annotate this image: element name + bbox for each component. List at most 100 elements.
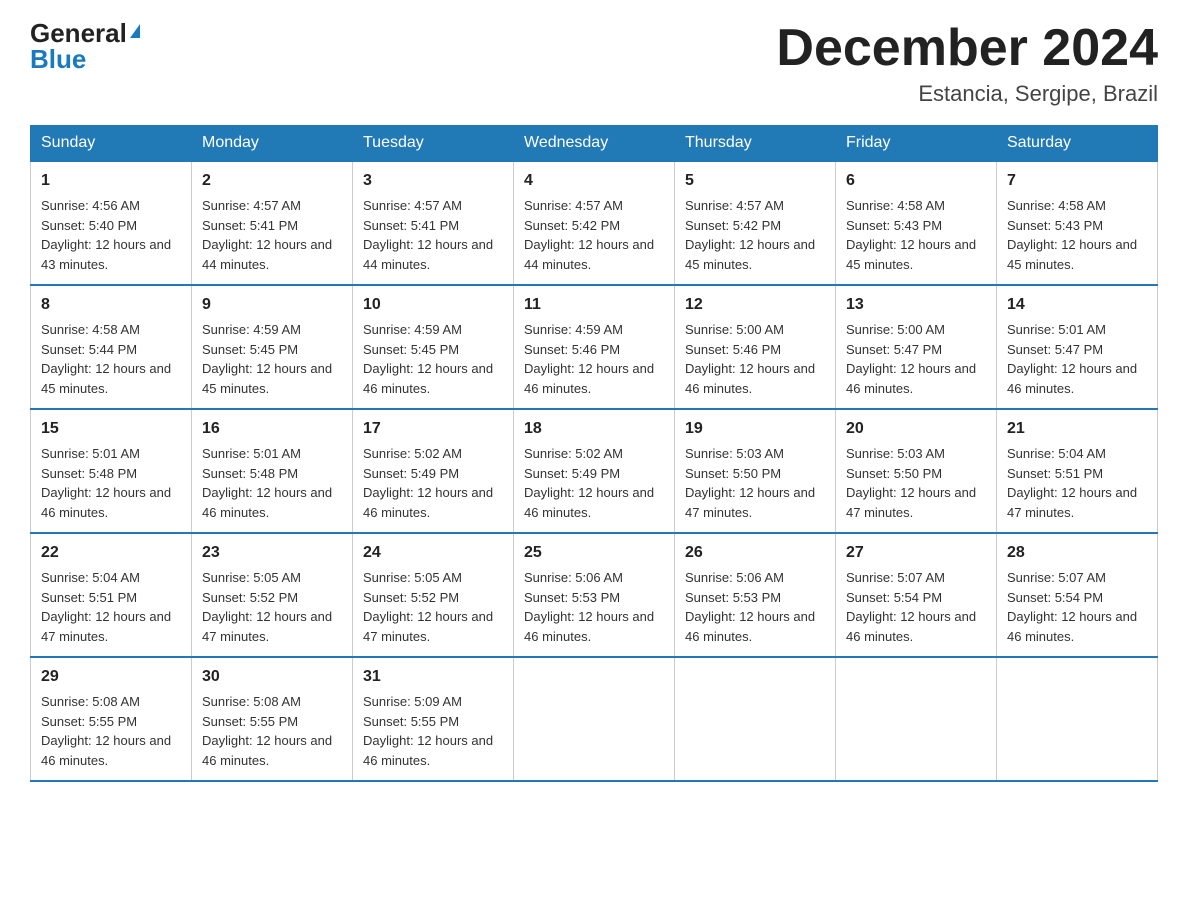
month-year-title: December 2024 bbox=[776, 20, 1158, 77]
day-daylight: Daylight: 12 hours and 45 minutes. bbox=[41, 361, 171, 396]
day-cell-1: 1 Sunrise: 4:56 AM Sunset: 5:40 PM Daylight… bbox=[31, 161, 192, 285]
day-daylight: Daylight: 12 hours and 47 minutes. bbox=[202, 609, 332, 644]
weekday-header-monday: Monday bbox=[192, 126, 353, 162]
day-cell-12: 12Sunrise: 5:00 AMSunset: 5:46 PMDayligh… bbox=[675, 285, 836, 409]
day-sunset: Sunset: 5:40 PM bbox=[41, 218, 137, 233]
day-sunrise: Sunrise: 5:01 AM bbox=[202, 446, 301, 461]
day-daylight: Daylight: 12 hours and 44 minutes. bbox=[524, 237, 654, 272]
day-sunrise: Sunrise: 5:03 AM bbox=[685, 446, 784, 461]
day-number: 9 bbox=[202, 293, 342, 317]
day-cell-2: 2Sunrise: 4:57 AMSunset: 5:41 PMDaylight… bbox=[192, 161, 353, 285]
day-daylight: Daylight: 12 hours and 46 minutes. bbox=[363, 361, 493, 396]
empty-cell-w5-d4 bbox=[675, 657, 836, 781]
day-daylight: Daylight: 12 hours and 44 minutes. bbox=[363, 237, 493, 272]
day-daylight: Daylight: 12 hours and 46 minutes. bbox=[846, 609, 976, 644]
day-cell-28: 28Sunrise: 5:07 AMSunset: 5:54 PMDayligh… bbox=[997, 533, 1158, 657]
day-number: 1 bbox=[41, 169, 181, 193]
day-sunrise: Sunrise: 5:01 AM bbox=[41, 446, 140, 461]
day-number: 26 bbox=[685, 541, 825, 565]
day-sunset: Sunset: 5:41 PM bbox=[202, 218, 298, 233]
day-number: 7 bbox=[1007, 169, 1147, 193]
day-number: 12 bbox=[685, 293, 825, 317]
day-sunrise: Sunrise: 4:58 AM bbox=[1007, 198, 1106, 213]
day-sunset: Sunset: 5:45 PM bbox=[202, 342, 298, 357]
logo-general-text: General bbox=[30, 20, 127, 46]
day-number: 17 bbox=[363, 417, 503, 441]
day-number: 23 bbox=[202, 541, 342, 565]
day-daylight: Daylight: 12 hours and 45 minutes. bbox=[1007, 237, 1137, 272]
day-number: 28 bbox=[1007, 541, 1147, 565]
week-row-5: 29Sunrise: 5:08 AMSunset: 5:55 PMDayligh… bbox=[31, 657, 1158, 781]
day-sunset: Sunset: 5:42 PM bbox=[524, 218, 620, 233]
day-sunset: Sunset: 5:47 PM bbox=[1007, 342, 1103, 357]
day-sunrise: Sunrise: 5:02 AM bbox=[524, 446, 623, 461]
day-sunset: Sunset: 5:53 PM bbox=[524, 590, 620, 605]
day-sunrise: Sunrise: 5:04 AM bbox=[1007, 446, 1106, 461]
day-sunset: Sunset: 5:47 PM bbox=[846, 342, 942, 357]
empty-cell-w5-d6 bbox=[997, 657, 1158, 781]
day-sunrise: Sunrise: 5:06 AM bbox=[685, 570, 784, 585]
day-number: 31 bbox=[363, 665, 503, 689]
week-row-4: 22Sunrise: 5:04 AMSunset: 5:51 PMDayligh… bbox=[31, 533, 1158, 657]
day-sunset: Sunset: 5:42 PM bbox=[685, 218, 781, 233]
day-sunrise: Sunrise: 5:00 AM bbox=[685, 322, 784, 337]
day-cell-13: 13Sunrise: 5:00 AMSunset: 5:47 PMDayligh… bbox=[836, 285, 997, 409]
day-daylight: Daylight: 12 hours and 46 minutes. bbox=[41, 485, 171, 520]
logo-triangle-icon bbox=[130, 24, 140, 38]
day-sunrise: Sunrise: 4:59 AM bbox=[202, 322, 301, 337]
day-number: 29 bbox=[41, 665, 181, 689]
day-daylight: Daylight: 12 hours and 47 minutes. bbox=[363, 609, 493, 644]
day-number: 30 bbox=[202, 665, 342, 689]
day-cell-31: 31Sunrise: 5:09 AMSunset: 5:55 PMDayligh… bbox=[353, 657, 514, 781]
day-number: 19 bbox=[685, 417, 825, 441]
day-daylight: Daylight: 12 hours and 46 minutes. bbox=[363, 733, 493, 768]
day-daylight: Daylight: 12 hours and 43 minutes. bbox=[41, 237, 171, 272]
day-sunrise: Sunrise: 4:57 AM bbox=[524, 198, 623, 213]
day-cell-23: 23Sunrise: 5:05 AMSunset: 5:52 PMDayligh… bbox=[192, 533, 353, 657]
day-number: 5 bbox=[685, 169, 825, 193]
day-sunrise: Sunrise: 5:04 AM bbox=[41, 570, 140, 585]
day-number: 8 bbox=[41, 293, 181, 317]
week-row-2: 8Sunrise: 4:58 AMSunset: 5:44 PMDaylight… bbox=[31, 285, 1158, 409]
empty-cell-w5-d3 bbox=[514, 657, 675, 781]
weekday-header-thursday: Thursday bbox=[675, 126, 836, 162]
day-sunset: Sunset: 5:51 PM bbox=[41, 590, 137, 605]
day-sunrise: Sunrise: 4:59 AM bbox=[524, 322, 623, 337]
day-cell-8: 8Sunrise: 4:58 AMSunset: 5:44 PMDaylight… bbox=[31, 285, 192, 409]
day-sunset: Sunset: 5:43 PM bbox=[846, 218, 942, 233]
day-sunrise: Sunrise: 4:57 AM bbox=[363, 198, 462, 213]
day-sunrise: Sunrise: 5:02 AM bbox=[363, 446, 462, 461]
day-number: 2 bbox=[202, 169, 342, 193]
empty-cell-w5-d5 bbox=[836, 657, 997, 781]
weekday-header-wednesday: Wednesday bbox=[514, 126, 675, 162]
day-cell-16: 16Sunrise: 5:01 AMSunset: 5:48 PMDayligh… bbox=[192, 409, 353, 533]
day-sunset: Sunset: 5:53 PM bbox=[685, 590, 781, 605]
day-sunset: Sunset: 5:41 PM bbox=[363, 218, 459, 233]
day-daylight: Daylight: 12 hours and 46 minutes. bbox=[685, 361, 815, 396]
day-cell-30: 30Sunrise: 5:08 AMSunset: 5:55 PMDayligh… bbox=[192, 657, 353, 781]
day-cell-22: 22Sunrise: 5:04 AMSunset: 5:51 PMDayligh… bbox=[31, 533, 192, 657]
day-number: 18 bbox=[524, 417, 664, 441]
day-daylight: Daylight: 12 hours and 44 minutes. bbox=[202, 237, 332, 272]
day-cell-20: 20Sunrise: 5:03 AMSunset: 5:50 PMDayligh… bbox=[836, 409, 997, 533]
day-cell-24: 24Sunrise: 5:05 AMSunset: 5:52 PMDayligh… bbox=[353, 533, 514, 657]
day-sunset: Sunset: 5:46 PM bbox=[524, 342, 620, 357]
day-number: 11 bbox=[524, 293, 664, 317]
day-number: 6 bbox=[846, 169, 986, 193]
day-cell-11: 11 Sunrise: 4:59 AM Sunset: 5:46 PM Dayligh… bbox=[514, 285, 675, 409]
day-sunrise: Sunrise: 4:57 AM bbox=[685, 198, 784, 213]
day-daylight: Daylight: 12 hours and 47 minutes. bbox=[41, 609, 171, 644]
day-sunset: Sunset: 5:52 PM bbox=[202, 590, 298, 605]
day-daylight: Daylight: 12 hours and 46 minutes. bbox=[1007, 609, 1137, 644]
day-daylight: Daylight: 12 hours and 45 minutes. bbox=[685, 237, 815, 272]
logo: General Blue bbox=[30, 20, 140, 72]
day-sunrise: Sunrise: 5:07 AM bbox=[846, 570, 945, 585]
weekday-header-sunday: Sunday bbox=[31, 126, 192, 162]
day-daylight: Daylight: 12 hours and 46 minutes. bbox=[524, 361, 654, 396]
day-cell-27: 27Sunrise: 5:07 AMSunset: 5:54 PMDayligh… bbox=[836, 533, 997, 657]
day-number: 21 bbox=[1007, 417, 1147, 441]
day-sunrise: Sunrise: 5:09 AM bbox=[363, 694, 462, 709]
calendar-table: SundayMondayTuesdayWednesdayThursdayFrid… bbox=[30, 125, 1158, 782]
day-daylight: Daylight: 12 hours and 46 minutes. bbox=[524, 485, 654, 520]
day-sunrise: Sunrise: 4:56 AM bbox=[41, 198, 140, 213]
